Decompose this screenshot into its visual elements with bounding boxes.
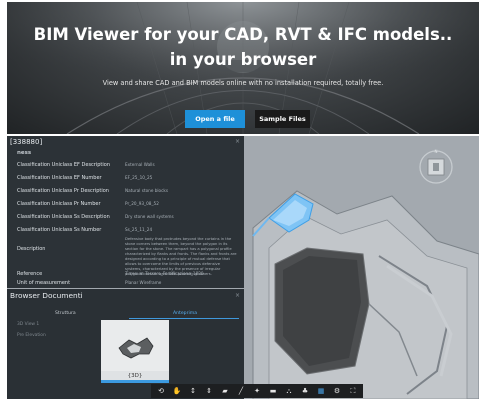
property-label: Classification Uniclass Pr Description — [17, 188, 109, 194]
hero-title-line1: BIM Viewer for your CAD, RVT & IFC model… — [33, 25, 453, 44]
close-icon[interactable]: × — [235, 292, 240, 299]
fit-view-icon[interactable]: ⇕ — [203, 385, 216, 397]
property-label: Description — [17, 246, 46, 252]
properties-title: [338880] — [10, 138, 43, 146]
document-browser-icon[interactable]: ▦ — [315, 385, 328, 397]
properties-panel: [338880] × ness Classification Uniclass … — [7, 136, 244, 288]
hero-banner: BIM Viewer for your CAD, RVT & IFC model… — [7, 2, 479, 134]
explode-icon[interactable]: ▬ — [267, 385, 280, 397]
tab-structure[interactable]: Struttura — [55, 311, 76, 316]
bim-viewer[interactable]: N [338880] × ness Classification Uniclas… — [7, 136, 479, 399]
property-value: External Walls — [125, 162, 155, 167]
section-icon[interactable]: ✦ — [251, 385, 264, 397]
thumbnail-label: {3D} — [101, 371, 169, 380]
tab-preview[interactable]: Anteprima — [173, 311, 197, 316]
document-list-item[interactable]: Pre Elevation — [17, 333, 46, 338]
open-file-button[interactable]: Open a file — [185, 110, 245, 128]
app-frame: BIM Viewer for your CAD, RVT & IFC model… — [7, 2, 479, 399]
orbit-icon[interactable]: ⟲ — [155, 385, 168, 397]
property-label: Unit of measurement — [17, 280, 71, 286]
structure-icon[interactable]: ♣ — [299, 385, 312, 397]
property-label: Classification Uniclass Ss Description — [17, 214, 110, 220]
sample-files-button[interactable]: Sample Files — [255, 110, 310, 128]
property-value: Pr_20_93_08_52 — [125, 201, 159, 206]
close-icon[interactable]: × — [235, 138, 240, 145]
zoom-icon[interactable]: ↕ — [187, 385, 200, 397]
view-thumbnail[interactable]: {3D} — [101, 320, 169, 383]
measure-icon[interactable]: ╱ — [235, 385, 248, 397]
svg-text:N: N — [435, 149, 438, 154]
property-label: Classification Uniclass EF Number — [17, 175, 102, 181]
active-tab-indicator — [129, 318, 239, 319]
property-value: Natural stone blocks — [125, 188, 169, 193]
settings-icon[interactable]: ⚙ — [331, 385, 344, 397]
model-browser-icon[interactable]: ⛬ — [283, 385, 296, 397]
property-label: Reference — [17, 271, 43, 277]
viewer-toolbar: ⟲ ✋ ↕ ⇕ ▰ ╱ ✦ ▬ ⛬ ♣ ▦ ⚙ ⛶ — [151, 384, 363, 398]
property-label: Classification Uniclass Ss Number — [17, 227, 102, 233]
property-value: Planar Wireframe — [125, 280, 162, 285]
fullscreen-icon[interactable]: ⛶ — [347, 385, 360, 397]
document-browser-title: Browser Documenti — [10, 291, 83, 300]
hero-title-line2: in your browser — [169, 50, 317, 69]
property-label: Classification Uniclass EF Description — [17, 162, 110, 168]
pan-icon[interactable]: ✋ — [171, 385, 184, 397]
thumbnail-model-image — [118, 337, 154, 359]
navigation-cube[interactable]: N — [417, 148, 455, 186]
document-browser-panel: Browser Documenti × Struttura Anteprima … — [7, 289, 244, 399]
property-value: Tirrenum Tessere_Fortificazione_1820 — [125, 271, 204, 276]
property-value: Ss_25_11_24 — [125, 227, 153, 232]
hero-subtitle: View and share CAD and BIM models online… — [102, 79, 384, 87]
property-value: EF_25_10_25 — [125, 175, 153, 180]
document-list-item[interactable]: 3D View 1 — [17, 322, 39, 327]
property-group-header[interactable]: ness — [17, 150, 31, 156]
thumbnail-selection-bar — [101, 380, 169, 383]
property-value: Dry stone wall systems — [125, 214, 174, 219]
property-label: Classification Uniclass Pr Number — [17, 201, 101, 207]
camera-icon[interactable]: ▰ — [219, 385, 232, 397]
